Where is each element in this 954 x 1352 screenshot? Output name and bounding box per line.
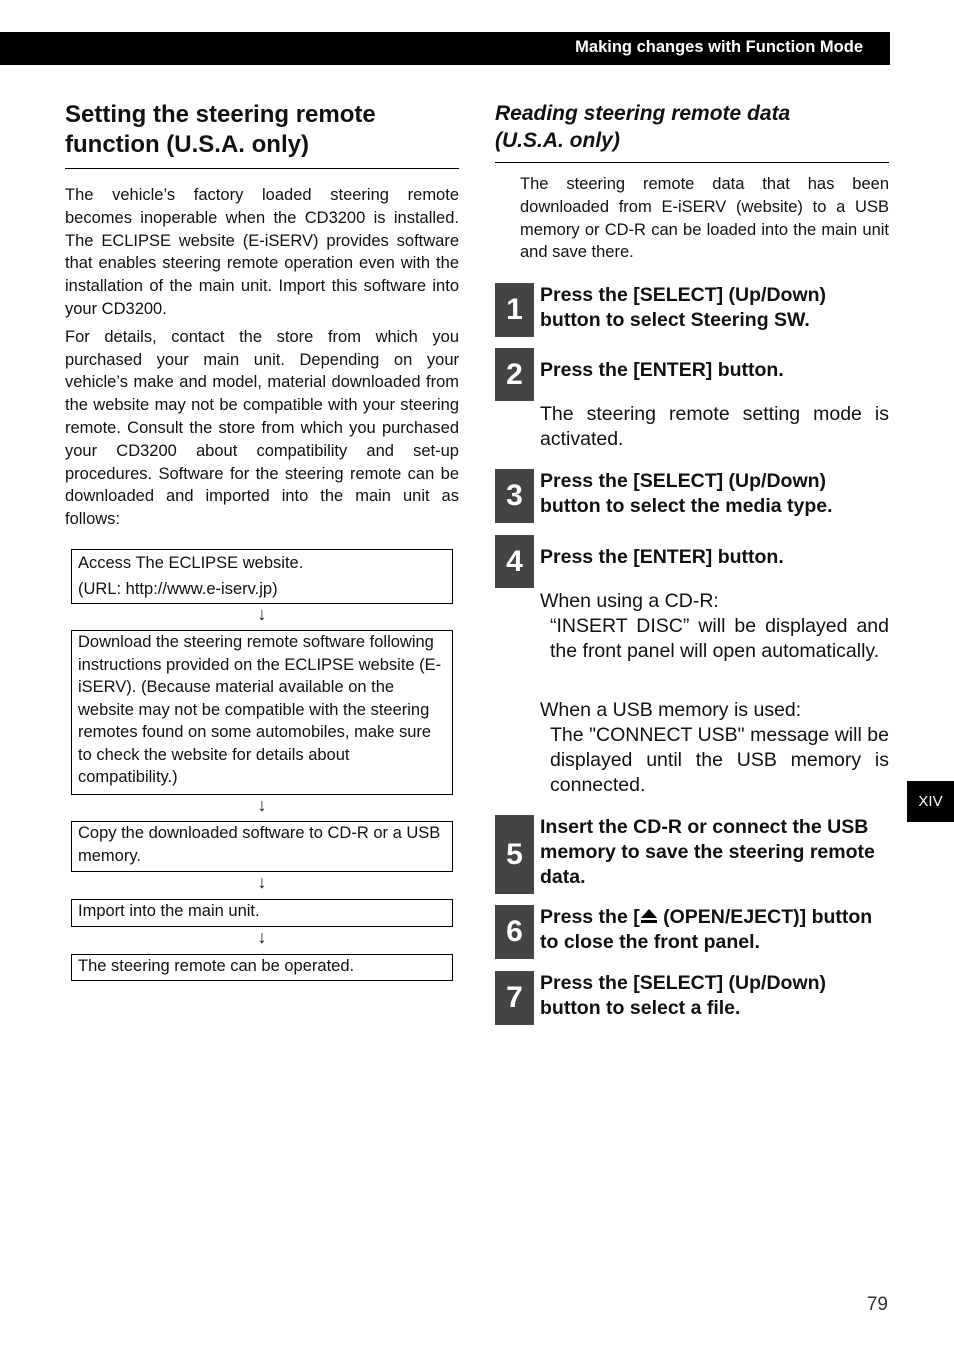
step-number-badge: 1	[495, 283, 534, 337]
subsection-title: Reading steering remote data (U.S.A. onl…	[495, 100, 889, 163]
eject-icon	[640, 909, 657, 923]
step-2-note: The steering remote setting mode is acti…	[540, 403, 889, 450]
flow-arrow-icon: ↓	[257, 872, 267, 892]
step-number-badge: 7	[495, 971, 534, 1025]
chapter-tab: XIV	[907, 781, 954, 822]
subsection-intro: The steering remote data that has been d…	[520, 175, 889, 262]
flow-step-access: Access The ECLIPSE website. (URL: http:/…	[71, 549, 453, 604]
subsection-title-line1: Reading steering remote data	[495, 102, 791, 125]
step-number-badge: 3	[495, 469, 534, 523]
right-column: Reading steering remote data (U.S.A. onl…	[495, 100, 889, 264]
flow-arrow-icon: ↓	[257, 604, 267, 624]
step-number-badge: 5	[495, 815, 534, 894]
flow-step-operate: The steering remote can be operated.	[71, 954, 453, 981]
subsection-title-line2: (U.S.A. only)	[495, 129, 620, 152]
flow-step-copy: Copy the downloaded software to CD-R or …	[71, 821, 453, 872]
flow-step-text: Access The ECLIPSE website.	[78, 554, 304, 572]
step-text: Press the [ENTER] button.	[540, 359, 784, 381]
left-column: Setting the steering remote function (U.…	[65, 100, 459, 531]
step-number-badge: 4	[495, 535, 534, 588]
cd-note-text: “INSERT DISC” will be displayed and the …	[550, 615, 889, 662]
details-paragraph: For details, contact the store from whic…	[65, 327, 459, 529]
step-text: Press the [SELECT] (Up/Down) button to s…	[540, 284, 827, 331]
step-text: Insert the CD-R or connect the USB memor…	[540, 816, 875, 888]
intro-paragraph: The vehicle’s factory loaded steering re…	[65, 186, 459, 318]
step-number-badge: 2	[495, 348, 534, 401]
section-title: Setting the steering remote function (U.…	[65, 100, 459, 169]
page-number: 79	[866, 1294, 888, 1315]
flow-step-import: Import into the main unit.	[71, 899, 453, 927]
usb-note-label: When a USB memory is used:	[540, 699, 802, 721]
step-4-usb-note: When a USB memory is used: The "CONNECT …	[540, 698, 889, 798]
section-title-line1: Setting the steering remote	[65, 101, 376, 128]
step-4-cd-note: When using a CD-R: “INSERT DISC” will be…	[540, 589, 889, 664]
step-text: Press the [SELECT] (Up/Down) button to s…	[540, 972, 827, 1019]
section-title-line2: function (U.S.A. only)	[65, 131, 309, 158]
step-text: Press the [SELECT] (Up/Down) button to s…	[540, 470, 833, 517]
step-number-badge: 6	[495, 905, 534, 959]
step-text: Press the [ (OPEN/EJECT)] button to clos…	[540, 905, 889, 955]
usb-note-text: The "CONNECT USB" message will be displa…	[550, 724, 889, 796]
flow-arrow-icon: ↓	[257, 795, 267, 815]
cd-note-label: When using a CD-R:	[540, 590, 719, 612]
flow-step-download: Download the steering remote software fo…	[71, 630, 453, 795]
step-text-pre: Press the [	[540, 906, 640, 928]
header-bar: Making changes with Function Mode	[0, 32, 890, 65]
header-title: Making changes with Function Mode	[575, 38, 863, 56]
flow-arrow-icon: ↓	[257, 927, 267, 947]
step-text: Press the [ENTER] button.	[540, 546, 784, 568]
flow-url-text: (URL: http://www.e-iserv.jp)	[78, 580, 278, 598]
